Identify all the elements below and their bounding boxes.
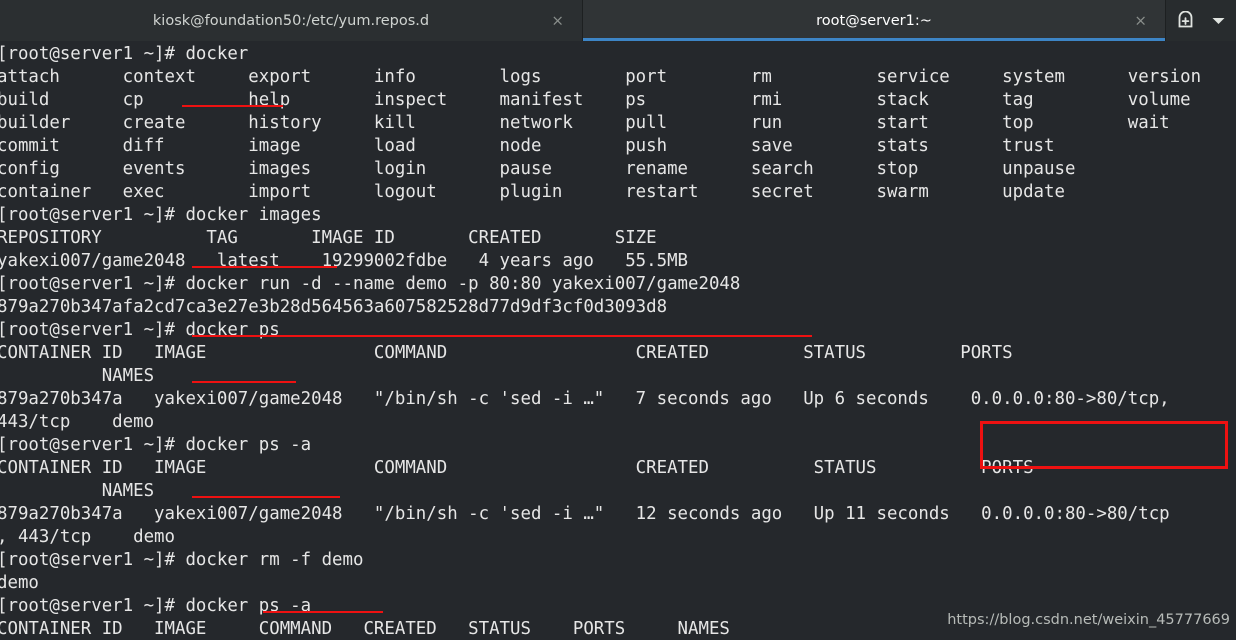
watermark: https://blog.csdn.net/weixin_45777669 bbox=[947, 612, 1230, 628]
terminal-line: demo bbox=[0, 573, 39, 593]
close-icon[interactable]: × bbox=[551, 13, 564, 28]
tab-bar: kiosk@foundation50:/etc/yum.repos.d × ro… bbox=[0, 0, 1236, 41]
new-tab-icon[interactable] bbox=[1176, 11, 1195, 30]
terminal-line: REPOSITORY TAG IMAGE ID CREATED SIZE bbox=[0, 228, 657, 248]
chevron-down-icon[interactable] bbox=[1211, 15, 1226, 26]
terminal-line: 879a270b347a yakexi007/game2048 "/bin/sh… bbox=[0, 504, 1170, 524]
tab-root-server1[interactable]: root@server1:~ × bbox=[583, 0, 1166, 41]
terminal-line: , 443/tcp demo bbox=[0, 527, 175, 547]
terminal-line: 879a270b347afa2cd7ca3e27e3b28d564563a607… bbox=[0, 297, 668, 317]
terminal-line: yakexi007/game2048 latest 19299002fdbe 4… bbox=[0, 251, 689, 271]
terminal-line: commit diff image load node push save st… bbox=[0, 136, 1055, 156]
tab-kiosk-foundation50[interactable]: kiosk@foundation50:/etc/yum.repos.d × bbox=[0, 0, 583, 41]
terminal-line: [root@server1 ~]# docker ps bbox=[0, 320, 280, 340]
terminal-line: NAMES bbox=[0, 481, 155, 501]
terminal-line: NAMES bbox=[0, 366, 155, 386]
terminal-line: CONTAINER ID IMAGE COMMAND CREATED STATU… bbox=[0, 458, 1034, 478]
underline-annotation bbox=[182, 105, 283, 107]
terminal-line: [root@server1 ~]# docker images bbox=[0, 205, 322, 225]
tab-bar-controls bbox=[1166, 0, 1236, 41]
terminal-line: CONTAINER ID IMAGE COMMAND CREATED STATU… bbox=[0, 619, 730, 639]
terminal-line: 443/tcp demo bbox=[0, 412, 155, 432]
underline-annotation bbox=[192, 496, 340, 498]
underline-annotation bbox=[263, 611, 383, 613]
terminal-line: [root@server1 ~]# docker bbox=[0, 44, 249, 64]
tab-title: kiosk@foundation50:/etc/yum.repos.d bbox=[152, 12, 430, 29]
tab-title: root@server1:~ bbox=[816, 12, 932, 29]
terminal-line: config events images login pause rename … bbox=[0, 159, 1076, 179]
terminal-line: [root@server1 ~]# docker ps -a bbox=[0, 435, 312, 455]
underline-annotation bbox=[192, 381, 296, 383]
terminal-line: [root@server1 ~]# docker run -d --name d… bbox=[0, 274, 741, 294]
underline-annotation bbox=[192, 335, 812, 337]
terminal-line: builder create history kill network pull… bbox=[0, 113, 1170, 133]
terminal-output[interactable]: CONTAINER ID IMAGE COMMAND CREATED STATU… bbox=[0, 41, 1236, 640]
terminal-line: CONTAINER ID IMAGE COMMAND CREATED STATU… bbox=[0, 343, 1013, 363]
terminal-line: [root@server1 ~]# docker ps -a bbox=[0, 596, 312, 616]
terminal-line: build cp help inspect manifest ps rmi st… bbox=[0, 90, 1191, 110]
terminal-line: [root@server1 ~]# docker rm -f demo bbox=[0, 550, 364, 570]
underline-annotation bbox=[192, 266, 337, 268]
terminal-line: attach context export info logs port rm … bbox=[0, 67, 1202, 87]
close-icon[interactable]: × bbox=[1134, 13, 1147, 28]
terminal-line: 879a270b347a yakexi007/game2048 "/bin/sh… bbox=[0, 389, 1170, 409]
terminal-line: container exec import logout plugin rest… bbox=[0, 182, 1065, 202]
